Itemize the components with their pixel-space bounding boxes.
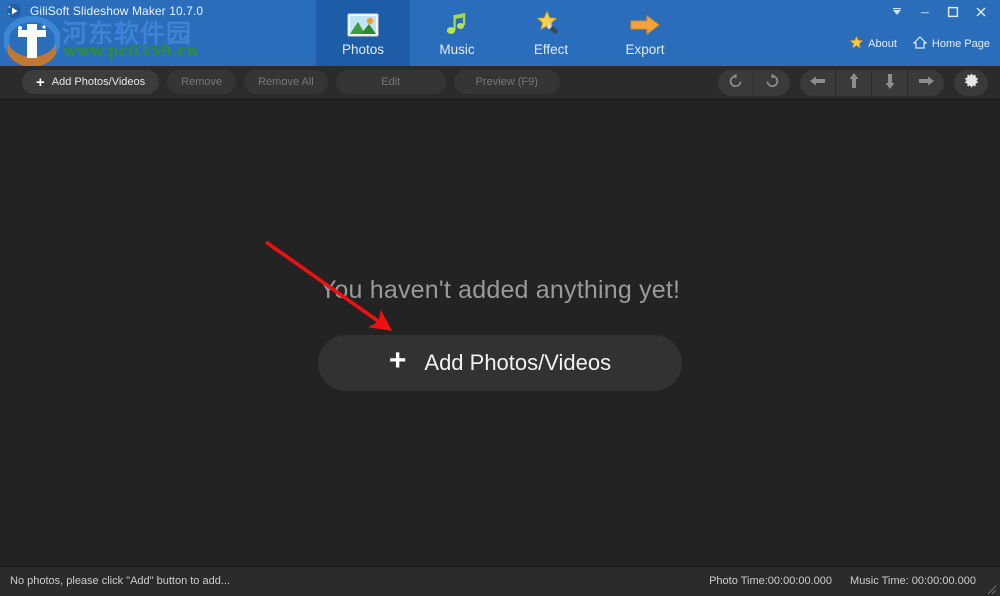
window-title: GiliSoft Slideshow Maker 10.7.0 <box>30 4 203 18</box>
rotate-left-icon <box>728 73 744 94</box>
home-page-link-label: Home Page <box>932 38 990 50</box>
rotate-right-icon <box>764 73 780 94</box>
home-icon <box>913 36 927 52</box>
watermark-url: www.pc0359.cn <box>64 42 198 60</box>
status-bar: No photos, please click "Add" button to … <box>0 566 1000 596</box>
move-right-button[interactable] <box>908 70 944 96</box>
star-icon <box>850 36 863 52</box>
about-link-label: About <box>868 38 897 50</box>
header-links: About Home Page <box>850 36 990 52</box>
close-button[interactable] <box>968 2 994 22</box>
maximize-button[interactable] <box>940 2 966 22</box>
edit-button[interactable]: Edit <box>336 70 446 94</box>
toolbar-left-group: + Add Photos/Videos Remove Remove All Ed… <box>22 70 560 94</box>
preview-button[interactable]: Preview (F9) <box>454 70 560 94</box>
add-photos-videos-button[interactable]: + Add Photos/Videos <box>22 70 159 94</box>
gear-icon <box>963 72 980 94</box>
main-tabs: Photos Music <box>316 0 692 66</box>
tab-effect[interactable]: Effect <box>504 0 598 66</box>
tab-music-label: Music <box>439 42 474 57</box>
undo-button[interactable] <box>718 70 754 96</box>
toolbar: + Add Photos/Videos Remove Remove All Ed… <box>0 66 1000 100</box>
plus-icon: + <box>389 346 407 376</box>
arrow-right-icon <box>917 74 935 93</box>
add-photos-videos-large-label: Add Photos/Videos <box>424 350 611 376</box>
remove-all-label: Remove All <box>258 76 314 88</box>
tab-export-label: Export <box>625 42 664 57</box>
remove-button[interactable]: Remove <box>167 70 236 94</box>
main-content-area: You haven't added anything yet! + Add Ph… <box>0 100 1000 566</box>
redo-button[interactable] <box>754 70 790 96</box>
remove-label: Remove <box>181 76 222 88</box>
tab-music[interactable]: Music <box>410 0 504 66</box>
app-window: GiliSoft Slideshow Maker 10.7.0 河东软件园 ww… <box>0 0 1000 596</box>
empty-state: You haven't added anything yet! + Add Ph… <box>0 100 1000 566</box>
arrow-up-icon <box>847 72 861 95</box>
empty-state-message: You haven't added anything yet! <box>320 276 680 305</box>
arrow-left-icon <box>809 74 827 93</box>
home-page-link[interactable]: Home Page <box>913 36 990 52</box>
tab-photos[interactable]: Photos <box>316 0 410 66</box>
status-times: Photo Time:00:00:00.000 Music Time: 00:0… <box>709 575 976 587</box>
add-photos-videos-label: Add Photos/Videos <box>52 76 145 88</box>
about-link[interactable]: About <box>850 36 897 52</box>
title-bar: GiliSoft Slideshow Maker 10.7.0 河东软件园 ww… <box>0 0 1000 66</box>
arrow-down-icon <box>883 72 897 95</box>
music-time-label: Music Time: 00:00:00.000 <box>850 575 976 587</box>
plus-icon: + <box>36 75 45 90</box>
move-left-button[interactable] <box>800 70 836 96</box>
status-message: No photos, please click "Add" button to … <box>10 575 230 587</box>
toolbar-right-group <box>718 70 988 96</box>
add-photos-videos-large-button[interactable]: + Add Photos/Videos <box>318 335 682 391</box>
window-controls <box>884 2 994 22</box>
menu-chevron-down-button[interactable] <box>884 2 910 22</box>
tab-photos-label: Photos <box>342 42 384 57</box>
play-triangle-icon <box>6 3 22 19</box>
tab-export[interactable]: Export <box>598 0 692 66</box>
history-button-group <box>718 70 790 96</box>
tab-effect-label: Effect <box>534 42 568 57</box>
move-down-button[interactable] <box>872 70 908 96</box>
music-note-icon <box>439 10 475 40</box>
move-button-group <box>800 70 944 96</box>
magic-wand-star-icon <box>533 10 569 40</box>
preview-label: Preview (F9) <box>476 76 538 88</box>
settings-button[interactable] <box>954 70 988 96</box>
photo-time-label: Photo Time:00:00:00.000 <box>709 575 832 587</box>
remove-all-button[interactable]: Remove All <box>244 70 328 94</box>
resize-grip[interactable] <box>985 582 997 594</box>
move-up-button[interactable] <box>836 70 872 96</box>
edit-label: Edit <box>381 76 400 88</box>
photo-landscape-icon <box>345 10 381 40</box>
minimize-button[interactable] <box>912 2 938 22</box>
orange-right-arrow-icon <box>627 10 663 40</box>
